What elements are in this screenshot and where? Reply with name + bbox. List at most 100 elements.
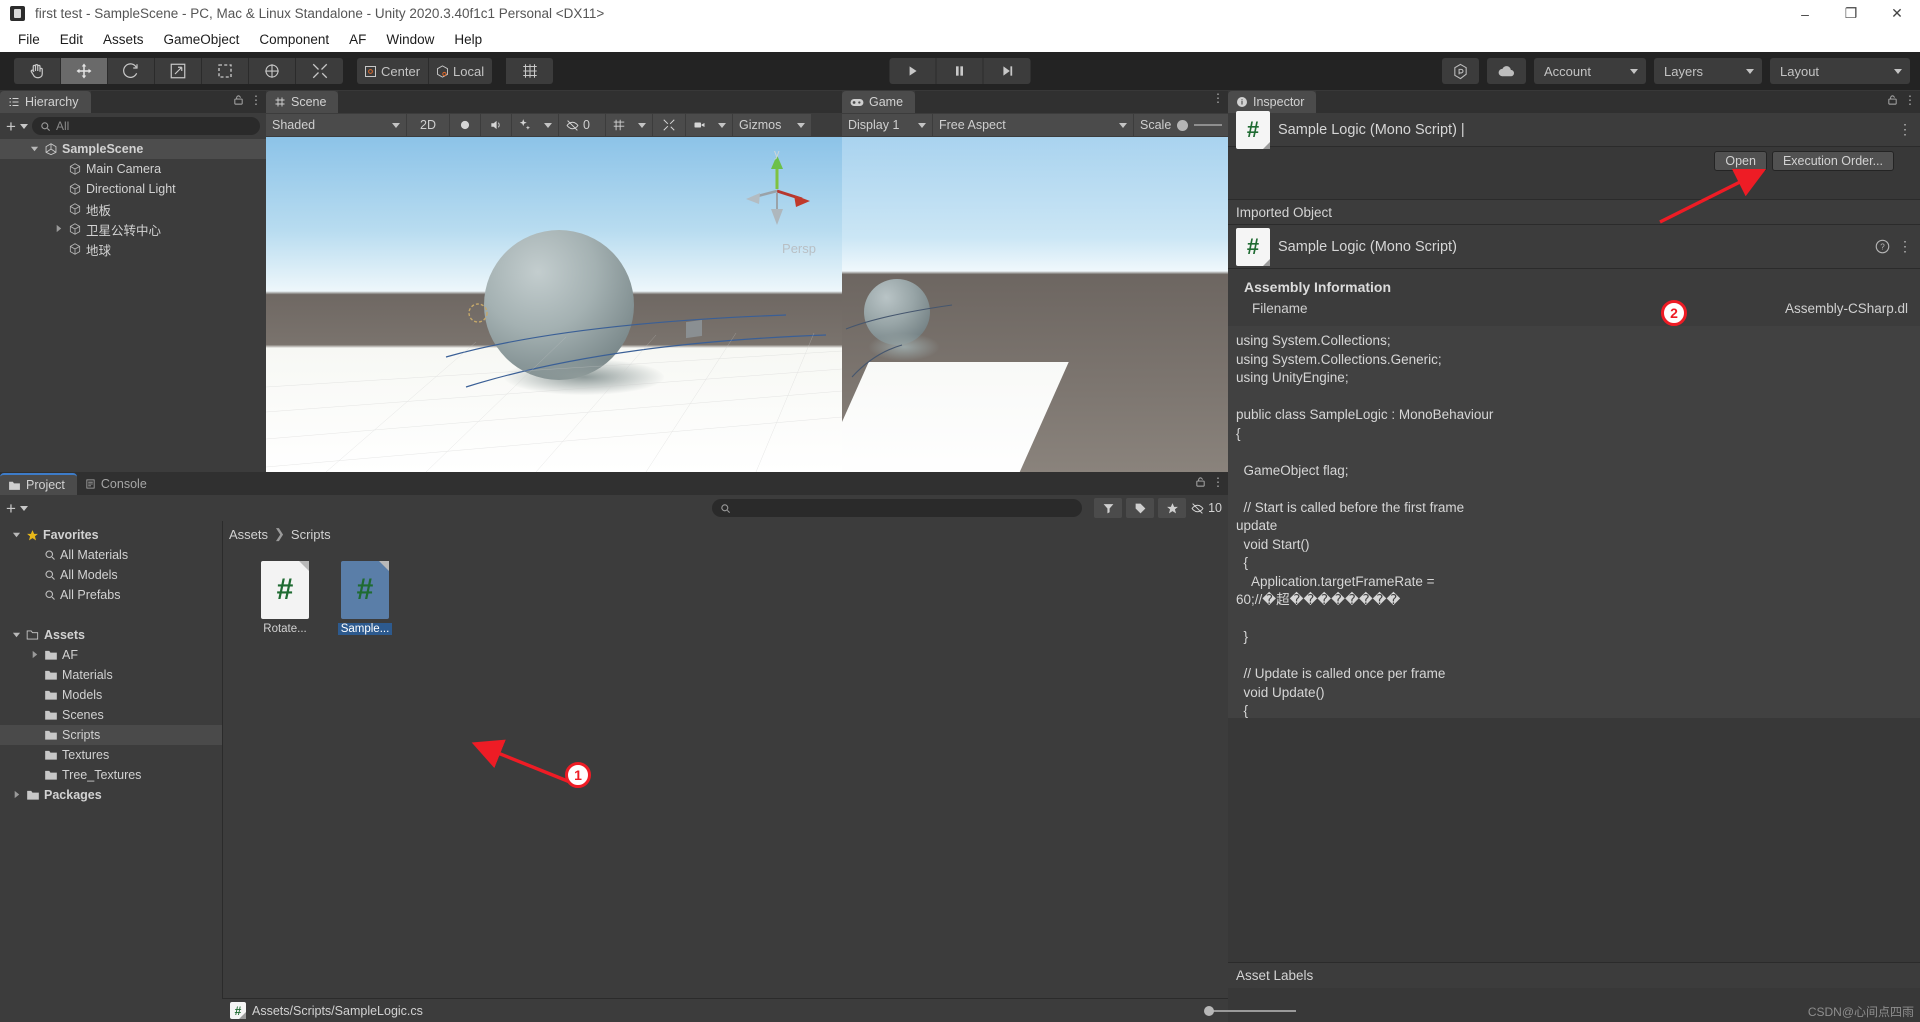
zoom-slider-track[interactable] [1206, 1009, 1296, 1012]
draw-mode-dropdown[interactable]: Shaded [266, 114, 406, 136]
project-tree-item-favorites[interactable]: Favorites [0, 525, 222, 545]
layout-dropdown[interactable]: Layout [1770, 58, 1910, 84]
lock-icon[interactable] [1195, 476, 1206, 488]
menu-window[interactable]: Window [376, 29, 444, 50]
help-icon[interactable]: ? [1875, 239, 1890, 254]
hidden-assets-count[interactable]: 10 [1190, 501, 1222, 515]
project-tree-item-tree-textures[interactable]: Tree_Textures [0, 765, 222, 785]
chevron-down-icon[interactable] [19, 123, 28, 129]
play-button[interactable] [889, 58, 937, 84]
tab-inspector[interactable]: Inspector [1228, 91, 1317, 113]
menu-component[interactable]: Component [249, 29, 339, 50]
kebab-menu-icon[interactable]: ⋮ [1898, 238, 1912, 255]
aspect-dropdown[interactable]: Free Aspect [933, 114, 1133, 136]
pivot-toggle-button[interactable]: Center [357, 58, 430, 84]
kebab-menu-icon[interactable]: ⋮ [1904, 94, 1916, 106]
disclosure-arrow[interactable] [10, 790, 22, 801]
kebab-menu-icon[interactable]: ⋮ [250, 94, 262, 106]
display-dropdown[interactable]: Display 1 [842, 114, 932, 136]
lighting-toggle-button[interactable] [450, 114, 480, 136]
close-button[interactable]: ✕ [1874, 0, 1920, 27]
hierarchy-item-4[interactable]: 卫星公转中心 [0, 219, 266, 239]
scene-orientation-gizmo[interactable]: y [732, 147, 822, 237]
kebab-menu-icon[interactable]: ⋮ [1212, 476, 1224, 488]
project-tree-item-af[interactable]: AF [0, 645, 222, 665]
tab-project[interactable]: Project [0, 473, 77, 495]
menu-file[interactable]: File [8, 29, 50, 50]
breadcrumb-scripts[interactable]: Scripts [291, 527, 331, 542]
menu-af[interactable]: AF [339, 29, 376, 50]
project-tree-item-textures[interactable]: Textures [0, 745, 222, 765]
hierarchy-item-0[interactable]: SampleScene [0, 139, 266, 159]
hierarchy-item-3[interactable]: 地板 [0, 199, 266, 219]
project-search-input[interactable] [712, 499, 1083, 517]
menu-gameobject[interactable]: GameObject [154, 29, 250, 50]
transform-tool-button[interactable] [249, 58, 296, 84]
move-tool-button[interactable] [61, 58, 108, 84]
pause-button[interactable] [936, 58, 984, 84]
scene-camera-dropdown[interactable] [686, 114, 732, 136]
project-tree-item-all-materials[interactable]: All Materials [0, 545, 222, 565]
game-viewport[interactable] [842, 137, 1228, 472]
project-tree-item-assets[interactable]: Assets [0, 625, 222, 645]
lock-icon[interactable] [233, 94, 244, 106]
rotate-tool-button[interactable] [108, 58, 155, 84]
asset-item[interactable]: # Sample... [333, 561, 397, 635]
handle-toggle-button[interactable]: Local [429, 58, 493, 84]
scale-tool-button[interactable] [155, 58, 202, 84]
csharp-script-icon[interactable]: # [261, 561, 309, 619]
create-button[interactable]: + [6, 118, 16, 135]
execution-order-button[interactable]: Execution Order... [1771, 151, 1894, 171]
tab-console[interactable]: Console [76, 473, 159, 495]
project-tree-item-models[interactable]: Models [0, 685, 222, 705]
menu-edit[interactable]: Edit [50, 29, 93, 50]
filter-favorite-button[interactable] [1158, 498, 1187, 518]
scene-viewport[interactable]: y Persp [266, 137, 842, 472]
zoom-slider-knob[interactable] [1204, 1005, 1214, 1016]
grid-dropdown[interactable] [606, 114, 652, 136]
project-tree-item-all-prefabs[interactable]: All Prefabs [0, 585, 222, 605]
maximize-button[interactable]: ❐ [1828, 0, 1874, 27]
tab-hierarchy[interactable]: Hierarchy [0, 91, 91, 113]
disclosure-arrow[interactable] [10, 530, 22, 541]
fx-dropdown[interactable] [512, 114, 558, 136]
filter-type-button[interactable] [1094, 498, 1123, 518]
scale-slider-knob[interactable] [1177, 119, 1189, 131]
hidden-objects-button[interactable]: 0 [559, 114, 605, 136]
custom-tool-button[interactable] [296, 58, 343, 84]
csharp-script-icon[interactable]: # [341, 561, 389, 619]
grid-snap-button[interactable] [506, 58, 554, 84]
project-tree-item-packages[interactable]: Packages [0, 785, 222, 805]
toggle-2d-button[interactable]: 2D [407, 114, 449, 136]
filter-label-button[interactable] [1126, 498, 1155, 518]
tab-scene[interactable]: Scene [266, 91, 339, 113]
project-tree-item-scenes[interactable]: Scenes [0, 705, 222, 725]
menu-assets[interactable]: Assets [93, 29, 154, 50]
hierarchy-item-2[interactable]: Directional Light [0, 179, 266, 199]
asset-item[interactable]: # Rotate... [253, 561, 317, 635]
account-dropdown[interactable]: Account [1534, 58, 1646, 84]
project-tree-item-materials[interactable]: Materials [0, 665, 222, 685]
chevron-down-icon[interactable] [19, 505, 28, 511]
rect-tool-button[interactable] [202, 58, 249, 84]
tab-game[interactable]: Game [842, 91, 916, 113]
create-asset-button[interactable]: + [6, 500, 16, 517]
project-tree-item-scripts[interactable]: Scripts [0, 725, 222, 745]
disclosure-arrow[interactable] [28, 144, 40, 155]
hierarchy-search-input[interactable]: All [31, 117, 260, 135]
hand-tool-button[interactable] [14, 58, 61, 84]
scale-slider[interactable]: Scale [1134, 114, 1228, 136]
open-button[interactable]: Open [1714, 151, 1767, 171]
project-tree-item-all-models[interactable]: All Models [0, 565, 222, 585]
scale-slider-track[interactable] [1194, 124, 1222, 126]
kebab-menu-icon[interactable]: ⋮ [1898, 121, 1912, 138]
lock-icon[interactable] [1887, 94, 1898, 106]
kebab-menu-icon[interactable]: ⋮ [1212, 92, 1224, 104]
audio-toggle-button[interactable] [481, 114, 511, 136]
hierarchy-item-5[interactable]: 地球 [0, 239, 266, 259]
hierarchy-item-1[interactable]: Main Camera [0, 159, 266, 179]
gizmos-dropdown[interactable]: Gizmos [733, 114, 811, 136]
scene-tools-button[interactable] [653, 114, 685, 136]
menu-help[interactable]: Help [444, 29, 492, 50]
zoom-slider[interactable] [1204, 1005, 1296, 1016]
